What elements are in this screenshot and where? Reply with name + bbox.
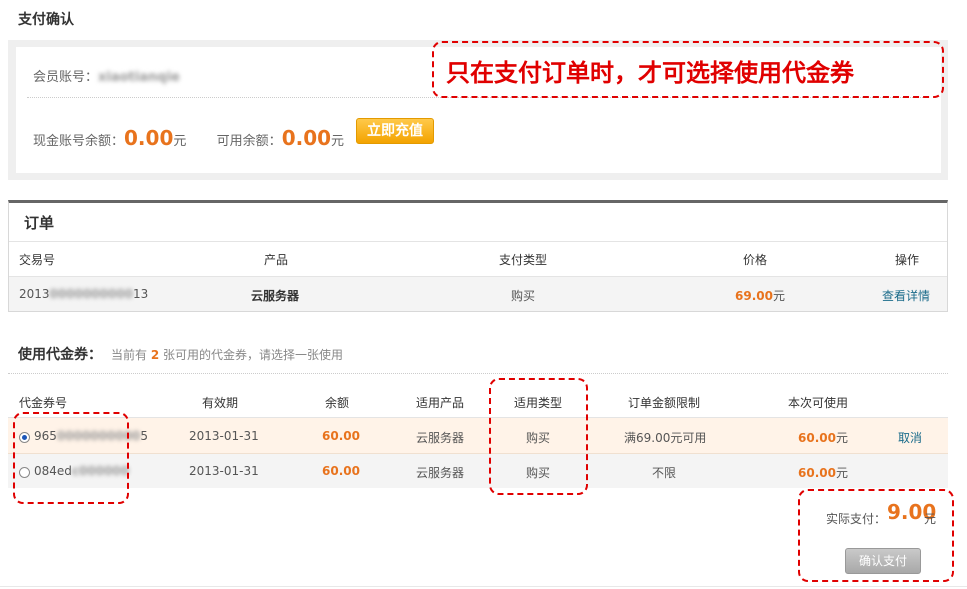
- order-header-product: 产品: [264, 253, 289, 267]
- coupon-header-usable: 本次可使用: [788, 396, 849, 410]
- coupon-product: 云服务器: [416, 431, 465, 445]
- order-header-action: 操作: [895, 253, 920, 267]
- view-details-link[interactable]: 查看详情: [882, 287, 930, 304]
- recharge-button[interactable]: 立即充值: [356, 118, 434, 144]
- page-title: 支付确认: [18, 12, 74, 28]
- coupon-header-expiry: 有效期: [202, 396, 239, 410]
- coupon-header-code: 代金券号: [19, 396, 68, 410]
- member-account-value: xiaotianqie: [98, 70, 180, 85]
- coupon-limit: 不限: [652, 466, 677, 480]
- coupon-usable-value: 60.00: [798, 466, 836, 480]
- annotation-box-coupon-code: [13, 412, 129, 504]
- coupon-hint-pre: 当前有: [111, 348, 148, 362]
- coupon-expiry: 2013-01-31: [189, 464, 259, 478]
- coupon-limit: 满69.00元可用: [624, 431, 707, 445]
- cash-balance-label: 现金账号余额：: [33, 134, 125, 149]
- coupon-divider: [8, 373, 948, 374]
- cancel-coupon-link[interactable]: 取消: [898, 429, 922, 446]
- coupon-usable-unit: 元: [835, 466, 848, 480]
- confirm-payment-button[interactable]: 确认支付: [845, 548, 921, 574]
- order-header-price: 价格: [743, 253, 768, 267]
- order-table-header: [9, 241, 947, 277]
- coupon-usable: 60.00元: [798, 429, 848, 446]
- coupon-usable-value: 60.00: [798, 431, 836, 445]
- coupon-product: 云服务器: [416, 466, 465, 480]
- member-account-row: 会员账号：xiaotianqie: [33, 66, 180, 85]
- order-product: 云服务器: [251, 289, 300, 303]
- annotation-callout-text: 只在支付订单时，才可选择使用代金券: [446, 59, 854, 87]
- order-header-paytype: 支付类型: [499, 253, 548, 267]
- coupon-hint: 当前有 2 张可用的代金券，请选择一张使用: [111, 346, 343, 363]
- coupon-code-tail: 5: [140, 429, 149, 443]
- available-balance-label: 可用余额：: [216, 134, 282, 149]
- order-id: 2013000000000013: [19, 287, 148, 301]
- annotation-box-coupon-type: [489, 378, 588, 495]
- coupon-balance: 60.00: [322, 464, 360, 478]
- cash-balance-unit: 元: [173, 134, 187, 149]
- coupon-section-title: 使用代金券：: [18, 347, 102, 363]
- order-price: 69.00元: [735, 287, 785, 304]
- order-id-hidden: 0000000000: [49, 287, 134, 301]
- bottom-divider: [0, 586, 967, 587]
- coupon-header-balance: 余额: [325, 396, 350, 410]
- order-price-unit: 元: [772, 289, 785, 303]
- coupon-header-product: 适用产品: [416, 396, 465, 410]
- available-balance-value: 0.00: [281, 126, 332, 150]
- order-header-id: 交易号: [19, 253, 56, 267]
- coupon-expiry: 2013-01-31: [189, 429, 259, 443]
- actual-payment-label: 实际支付：: [826, 512, 887, 526]
- actual-payment-unit: 元: [924, 512, 937, 526]
- order-id-prefix: 2013: [19, 287, 50, 301]
- cash-balance-value: 0.00: [124, 126, 174, 150]
- coupon-usable-unit: 元: [835, 431, 848, 445]
- coupon-hint-count: 2: [150, 348, 160, 362]
- order-price-value: 69.00: [735, 289, 773, 303]
- available-balance-unit: 元: [331, 134, 345, 149]
- coupon-header-limit: 订单金额限制: [628, 396, 701, 410]
- coupon-balance: 60.00: [322, 429, 360, 443]
- order-title: 订单: [24, 214, 55, 232]
- coupon-usable: 60.00元: [798, 464, 848, 481]
- order-pay-type: 购买: [511, 289, 536, 303]
- order-id-suffix: 13: [133, 287, 149, 301]
- member-account-label: 会员账号：: [33, 70, 99, 85]
- order-table-row: [9, 277, 947, 311]
- coupon-hint-post: 张可用的代金券，请选择一张使用: [163, 348, 344, 362]
- balance-row: 现金账号余额：0.00元 可用余额：0.00元: [33, 126, 344, 150]
